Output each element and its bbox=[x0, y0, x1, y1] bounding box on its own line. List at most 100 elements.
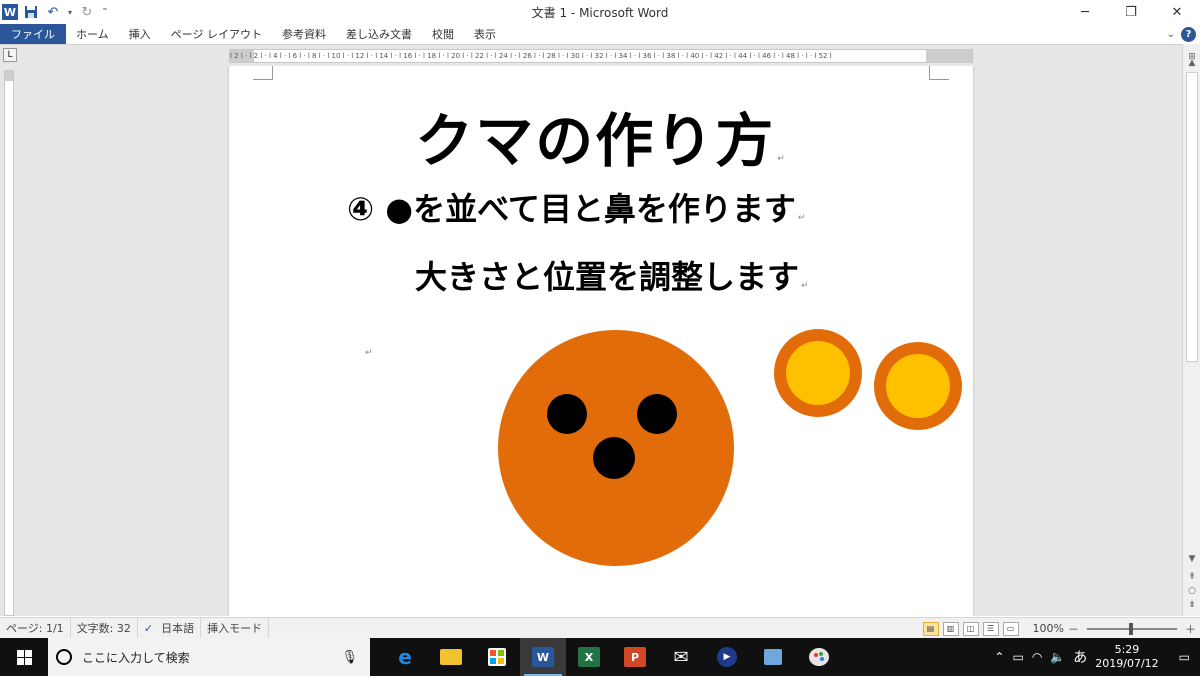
ribbon-tabs: ファイル ホーム 挿入 ページ レイアウト 参考資料 差し込み文書 校閲 表示 … bbox=[0, 24, 1200, 44]
taskbar-app-photos[interactable] bbox=[750, 638, 796, 676]
minimize-icon[interactable]: ─ bbox=[1062, 0, 1108, 24]
previous-page-icon[interactable]: ⇞ bbox=[1185, 570, 1199, 584]
taskbar-apps: e W X P ✉ ▶ bbox=[382, 638, 842, 676]
help-icon[interactable]: ? bbox=[1181, 26, 1196, 42]
taskbar-search-box[interactable]: ここに入力して検索 🎙 bbox=[48, 638, 370, 676]
horizontal-ruler[interactable]: l 2 l · l 2 l · l 4 l · l 6 l · l 8 l · … bbox=[229, 49, 973, 63]
customize-icon[interactable]: ⁼ bbox=[100, 3, 110, 21]
bear-right-eye[interactable] bbox=[637, 394, 677, 434]
show-hidden-icons-icon[interactable]: ⌃ bbox=[994, 650, 1004, 664]
taskbar-app-powerpoint[interactable]: P bbox=[612, 638, 658, 676]
cortana-icon bbox=[56, 649, 72, 665]
system-tray: ⌃ ▭ ◠ 🔈 あ 5:29 2019/07/12 ▭ bbox=[994, 638, 1200, 676]
photos-icon bbox=[764, 649, 782, 665]
bear-ear-right-inner[interactable] bbox=[886, 354, 950, 418]
word-logo-icon[interactable]: W bbox=[2, 4, 18, 20]
zoom-slider-knob[interactable] bbox=[1129, 622, 1133, 635]
restore-icon[interactable]: ❐ bbox=[1108, 0, 1154, 24]
instruction-text-1: ④ ●を並べて目と鼻を作ります bbox=[347, 190, 796, 228]
outline-view-icon[interactable]: ☰ bbox=[982, 621, 999, 636]
tab-references[interactable]: 参考資料 bbox=[272, 24, 336, 44]
browse-object-icon[interactable]: ○ bbox=[1185, 584, 1199, 598]
page-count[interactable]: ページ: 1/1 bbox=[0, 617, 71, 639]
battery-icon[interactable]: ▭ bbox=[1012, 650, 1023, 664]
tab-home[interactable]: ホーム bbox=[66, 24, 119, 44]
undo-icon[interactable]: ↶ bbox=[44, 3, 62, 21]
store-bag-icon bbox=[488, 648, 506, 666]
taskbar-app-edge[interactable]: e bbox=[382, 638, 428, 676]
taskbar-app-paint[interactable] bbox=[796, 638, 842, 676]
tab-selector[interactable]: L bbox=[3, 48, 17, 62]
clock-time: 5:29 bbox=[1114, 643, 1140, 656]
scroll-up-icon[interactable]: ▲ bbox=[1185, 56, 1199, 70]
tab-mailings[interactable]: 差し込み文書 bbox=[336, 24, 422, 44]
undo-dropdown-icon[interactable]: ▾ bbox=[66, 3, 74, 21]
start-button[interactable] bbox=[0, 638, 48, 676]
tab-review[interactable]: 校閲 bbox=[422, 24, 464, 44]
notification-icon[interactable]: ▭ bbox=[1179, 650, 1190, 664]
word-app-icon: W bbox=[532, 647, 554, 667]
crop-mark-top-left bbox=[253, 66, 273, 80]
instruction-line-2[interactable]: 大きさと位置を調整します ↵ bbox=[415, 252, 809, 298]
microphone-icon[interactable]: 🎙 bbox=[341, 650, 358, 665]
instruction-line-1[interactable]: ④ ●を並べて目と鼻を作ります ↵ bbox=[347, 184, 805, 230]
redo-icon[interactable]: ↻ bbox=[78, 3, 96, 21]
close-icon[interactable]: ✕ bbox=[1154, 0, 1200, 24]
tab-page-layout[interactable]: ページ レイアウト bbox=[161, 24, 272, 44]
word-count[interactable]: 文字数: 32 bbox=[71, 617, 138, 639]
folder-icon bbox=[440, 649, 462, 665]
taskbar-app-excel[interactable]: X bbox=[566, 638, 612, 676]
tab-view[interactable]: 表示 bbox=[464, 24, 506, 44]
windows-logo-icon bbox=[16, 649, 32, 665]
vertical-scrollbar[interactable]: ⊞ ▲ ▼ ⇞ ○ ⇟ bbox=[1182, 44, 1200, 616]
window-title: 文書 1 - Microsoft Word bbox=[531, 6, 669, 20]
taskbar-app-mail[interactable]: ✉ bbox=[658, 638, 704, 676]
empty-paragraph-mark[interactable]: ↵ bbox=[365, 348, 373, 358]
draft-view-icon[interactable]: ▭ bbox=[1002, 621, 1019, 636]
ime-indicator[interactable]: あ bbox=[1073, 647, 1087, 667]
excel-app-icon: X bbox=[578, 647, 600, 667]
zoom-in-button[interactable]: ＋ bbox=[1185, 621, 1196, 637]
zoom-out-button[interactable]: － bbox=[1068, 621, 1079, 637]
insert-mode[interactable]: 挿入モード bbox=[201, 617, 270, 639]
edge-icon: e bbox=[398, 645, 412, 669]
taskbar-app-word[interactable]: W bbox=[520, 638, 566, 676]
tab-insert[interactable]: 挿入 bbox=[119, 24, 161, 44]
scroll-down-icon[interactable]: ▼ bbox=[1185, 552, 1199, 566]
crop-mark-top-right bbox=[929, 66, 949, 80]
taskbar-app-media-player[interactable]: ▶ bbox=[704, 638, 750, 676]
web-layout-icon[interactable]: ◫ bbox=[962, 621, 979, 636]
quick-access-toolbar: W ↶ ▾ ↻ ⁼ bbox=[0, 0, 110, 24]
save-icon[interactable] bbox=[22, 3, 40, 21]
powerpoint-app-icon: P bbox=[624, 647, 646, 667]
scrollbar-thumb[interactable] bbox=[1186, 72, 1198, 362]
print-layout-view-icon[interactable]: ▤ bbox=[922, 621, 939, 636]
language-status[interactable]: ✓ 日本語 bbox=[138, 617, 202, 639]
volume-icon[interactable]: 🔈 bbox=[1050, 650, 1065, 664]
taskbar-app-store[interactable] bbox=[474, 638, 520, 676]
expand-ribbon-icon[interactable]: ⌄ bbox=[1167, 29, 1175, 40]
document-page[interactable]: クマの作り方 ↵ ④ ●を並べて目と鼻を作ります ↵ 大きさと位置を調整します ↵ ↵ bbox=[229, 66, 973, 616]
paragraph-mark: ↵ bbox=[777, 154, 787, 164]
windows-taskbar: ここに入力して検索 🎙 e W X P ✉ ▶ ⌃ ▭ ◠ 🔈 あ 5:29 2… bbox=[0, 638, 1200, 676]
document-heading[interactable]: クマの作り方 ↵ bbox=[229, 94, 973, 178]
bear-nose[interactable] bbox=[593, 437, 635, 479]
taskbar-app-file-explorer[interactable] bbox=[428, 638, 474, 676]
clock-date: 2019/07/12 bbox=[1095, 657, 1159, 670]
vertical-ruler[interactable] bbox=[0, 66, 18, 616]
zoom-slider[interactable] bbox=[1087, 622, 1177, 635]
vertical-ruler-track bbox=[4, 70, 14, 616]
instruction-text-2: 大きさと位置を調整します bbox=[415, 258, 800, 296]
bear-left-eye[interactable] bbox=[547, 394, 587, 434]
full-screen-reading-icon[interactable]: ▥ bbox=[942, 621, 959, 636]
tab-file[interactable]: ファイル bbox=[0, 24, 66, 44]
zoom-level[interactable]: 100% bbox=[1033, 622, 1064, 635]
next-page-icon[interactable]: ⇟ bbox=[1185, 598, 1199, 612]
language-label: 日本語 bbox=[161, 622, 195, 635]
window-controls: ─ ❐ ✕ bbox=[1062, 0, 1200, 24]
wifi-icon[interactable]: ◠ bbox=[1032, 650, 1042, 664]
media-player-icon: ▶ bbox=[717, 647, 737, 667]
bear-ear-left-inner[interactable] bbox=[786, 341, 850, 405]
clock[interactable]: 5:29 2019/07/12 bbox=[1095, 643, 1158, 671]
ribbon-right-controls: ⌄ ? bbox=[1167, 24, 1196, 44]
